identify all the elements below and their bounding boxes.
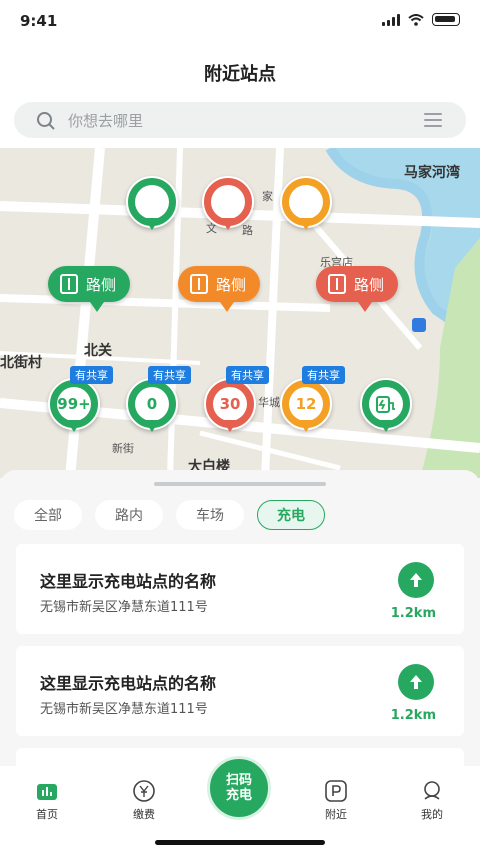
map-label: 华城 (258, 396, 280, 409)
station-address: 无锡市新吴区净慧东道111号 (40, 702, 208, 717)
filter-menu-icon[interactable] (424, 113, 442, 131)
tab-nearby[interactable]: 附近 (306, 780, 366, 822)
status-time: 9:41 (20, 12, 58, 30)
map-pin[interactable] (126, 176, 178, 234)
station-distance: 1.2km (390, 708, 436, 723)
sheet-drag-handle[interactable] (154, 482, 326, 486)
pin-count: 12 (289, 387, 323, 421)
user-icon (424, 781, 440, 800)
header: 附近站点 你想去哪里 (0, 44, 480, 148)
navigate-button[interactable] (398, 562, 434, 598)
filter-chip-charging[interactable]: 充电 (257, 500, 325, 530)
station-list-sheet: 全部 路内 车场 充电 这里显示充电站点的名称 无锡市新吴区净慧东道111号 1… (0, 470, 480, 778)
map-pin-charging[interactable] (360, 378, 412, 436)
station-address: 无锡市新吴区净慧东道111号 (40, 600, 208, 615)
map-label: 北街村 (0, 355, 42, 371)
station-name: 这里显示充电站点的名称 (40, 572, 217, 591)
roadside-label: 路侧 (216, 275, 247, 294)
filter-chip-street[interactable]: 路内 (95, 500, 163, 530)
road-icon (190, 274, 208, 294)
road-icon (328, 274, 346, 294)
shared-badge: 有共享 (70, 366, 113, 384)
pin-count: 0 (135, 387, 169, 421)
map-label: 马家河湾 (404, 165, 460, 181)
map-label: 新街 (112, 442, 134, 455)
map-pin[interactable] (202, 176, 254, 234)
station-card[interactable]: 这里显示充电站点的名称 无锡市新吴区净慧东道111号 1.2km (16, 646, 464, 736)
filter-chip-all[interactable]: 全部 (14, 500, 82, 530)
search-bar[interactable]: 你想去哪里 (14, 102, 466, 138)
home-indicator (155, 840, 325, 845)
tab-pay-label: 缴费 (133, 808, 155, 821)
map-label: 家 (262, 190, 273, 203)
search-input[interactable]: 你想去哪里 (68, 110, 143, 131)
tab-home[interactable]: 首页 (17, 780, 77, 822)
roadside-parking-marker[interactable]: 路侧 (178, 266, 261, 312)
map-pin-shared[interactable]: 30 有共享 (204, 366, 269, 436)
charger-icon (376, 396, 395, 413)
station-card[interactable]: 这里显示充电站点的名称 无锡市新吴区净慧东道111号 1.2km (16, 544, 464, 634)
map-pin[interactable] (280, 176, 332, 234)
roadside-label: 路侧 (86, 275, 117, 294)
tab-nearby-label: 附近 (325, 808, 347, 821)
map-view[interactable]: 马家河湾 北关 北街村 大白楼 华城 新街 家 文 路 乐宫店 路侧 路侧 路侧… (0, 148, 480, 478)
tab-home-label: 首页 (36, 808, 58, 821)
tab-mine[interactable]: 我的 (402, 780, 462, 822)
scan-charge-button[interactable]: 扫码 充电 (207, 756, 271, 820)
yuan-icon (133, 780, 155, 802)
parking-icon (325, 780, 347, 802)
map-label: 北关 (84, 343, 112, 359)
roadside-label: 路侧 (354, 275, 385, 294)
shared-badge: 有共享 (226, 366, 269, 384)
station-distance: 1.2km (390, 606, 436, 621)
map-pin-shared[interactable]: 0 有共享 (126, 366, 191, 436)
map-pin-shared[interactable]: 99+ 有共享 (48, 366, 113, 436)
status-bar: 9:41 (0, 0, 480, 44)
roadside-parking-marker[interactable]: 路侧 (316, 266, 399, 312)
filter-chips: 全部 路内 车场 充电 (14, 500, 325, 530)
station-name: 这里显示充电站点的名称 (40, 674, 217, 693)
shared-badge: 有共享 (302, 366, 345, 384)
road-icon (60, 274, 78, 294)
status-icons (382, 13, 460, 26)
wifi-icon (408, 13, 424, 26)
map-pin-shared[interactable]: 12 有共享 (280, 366, 345, 436)
pin-count: 99+ (57, 387, 91, 421)
navigate-arrow-icon (410, 573, 422, 587)
home-chart-icon (37, 784, 57, 800)
navigate-arrow-icon (410, 675, 422, 689)
tab-pay[interactable]: 缴费 (114, 780, 174, 822)
search-icon (37, 112, 55, 130)
signal-icon (382, 13, 400, 26)
battery-icon (432, 13, 460, 26)
scan-label-line2: 充电 (225, 788, 252, 803)
scan-label-line1: 扫码 (225, 773, 252, 788)
pin-count: 30 (213, 387, 247, 421)
page-title: 附近站点 (204, 64, 276, 85)
navigate-button[interactable] (398, 664, 434, 700)
shared-badge: 有共享 (148, 366, 191, 384)
roadside-parking-marker[interactable]: 路侧 (48, 266, 131, 312)
tab-mine-label: 我的 (421, 808, 443, 821)
filter-chip-lot[interactable]: 车场 (176, 500, 244, 530)
